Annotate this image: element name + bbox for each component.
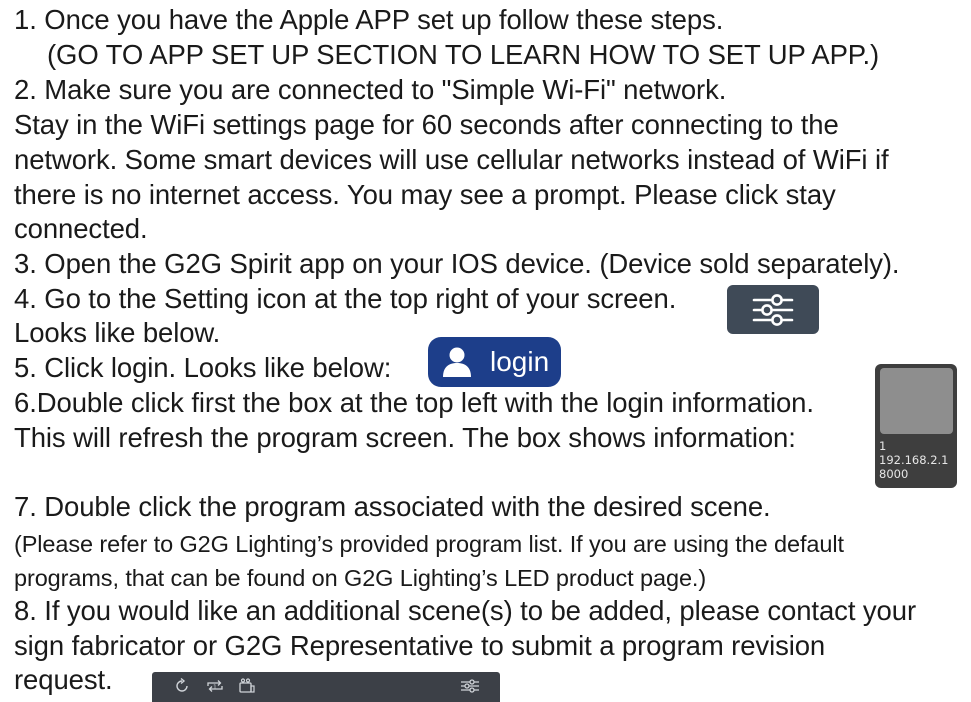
step-2-detail-4: connected.: [14, 213, 148, 244]
repeat-one-icon[interactable]: 1: [206, 678, 224, 694]
devices-icon[interactable]: [238, 678, 256, 694]
settings-button[interactable]: [727, 285, 819, 334]
sliders-icon: [752, 293, 794, 326]
device-box[interactable]: 1 192.168.2.1 8000: [875, 364, 957, 488]
device-info: 1 192.168.2.1 8000: [879, 439, 949, 481]
user-icon: [443, 347, 471, 377]
step-2: 2. Make sure you are connected to "Simpl…: [14, 74, 727, 105]
sliders-icon[interactable]: [460, 678, 480, 694]
step-4: 4. Go to the Setting icon at the top rig…: [14, 283, 677, 314]
step-8-detail-2: request.: [14, 664, 113, 695]
step-3: 3. Open the G2G Spirit app on your IOS d…: [14, 248, 900, 279]
step-1-note: (GO TO APP SET UP SECTION TO LEARN HOW T…: [47, 39, 880, 70]
step-1: 1. Once you have the Apple APP set up fo…: [14, 4, 724, 35]
app-toolbar: 1: [152, 672, 500, 702]
device-id: 1: [879, 439, 887, 453]
step-2-detail-1: Stay in the WiFi settings page for 60 se…: [14, 109, 839, 140]
login-label: login: [490, 346, 550, 377]
step-6: 6.Double click first the box at the top …: [14, 387, 814, 418]
step-2-detail-2: network. Some smart devices will use cel…: [14, 144, 889, 175]
step-2-detail-3: there is no internet access. You may see…: [14, 179, 836, 210]
step-7: 7. Double click the program associated w…: [14, 491, 771, 522]
step-5: 5. Click login. Looks like below:: [14, 352, 392, 383]
device-ip: 192.168.2.1: [879, 453, 949, 467]
device-port: 8000: [879, 467, 909, 481]
step-6-note: This will refresh the program screen. Th…: [14, 422, 796, 453]
step-7-note-2: programs, that can be found on G2G Light…: [14, 565, 707, 591]
step-7-note-1: (Please refer to G2G Lighting’s provided…: [14, 531, 844, 557]
step-4-note: Looks like below.: [14, 317, 221, 348]
step-8-detail-1: sign fabricator or G2G Representative to…: [14, 630, 826, 661]
step-8: 8. If you would like an additional scene…: [14, 595, 916, 626]
login-button[interactable]: login: [428, 337, 561, 387]
refresh-icon[interactable]: [174, 678, 190, 694]
svg-text:1: 1: [213, 684, 217, 691]
device-screen: [880, 368, 953, 434]
